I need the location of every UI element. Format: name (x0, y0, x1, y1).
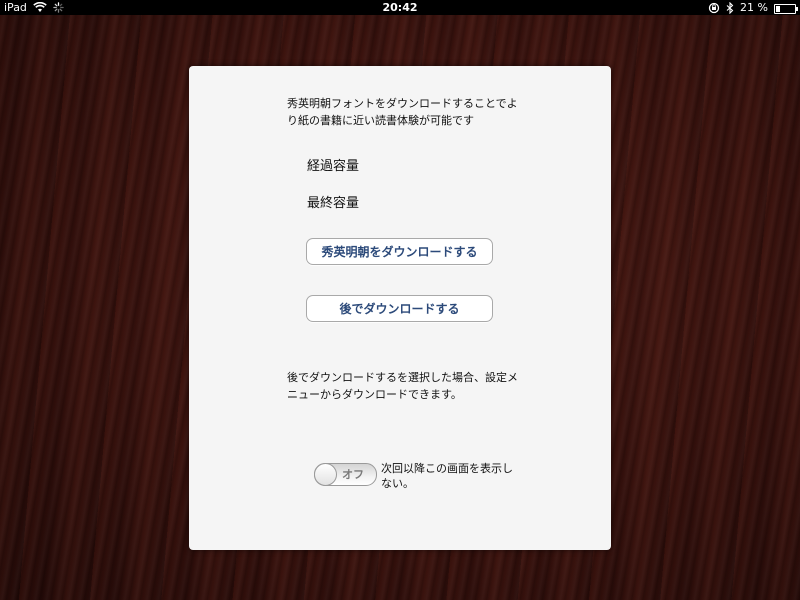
dont-show-again-toggle[interactable]: オフ (314, 463, 377, 486)
battery-level-fill (776, 5, 780, 12)
dont-show-again-row: オフ 次回以降この画面を表示しない。 (314, 461, 521, 491)
bluetooth-icon (726, 1, 734, 14)
battery-percent: 21 % (740, 1, 768, 14)
toggle-knob (314, 463, 337, 486)
status-right: 21 % (708, 0, 798, 15)
final-size-label: 最終容量 (307, 196, 360, 211)
status-bar: iPad 20:42 21 % (0, 0, 800, 15)
battery-icon (774, 3, 798, 14)
font-download-dialog: 秀英明朝フォントをダウンロードすることでより紙の書籍に近い読書体験が可能です 経… (189, 66, 611, 550)
dont-show-again-label: 次回以降この画面を表示しない。 (381, 462, 513, 490)
later-note-text: 後でダウンロードするを選択した場合、設定メニューからダウンロードできます。 (287, 371, 518, 401)
download-later-button[interactable]: 後でダウンロードする (306, 295, 493, 322)
orientation-lock-icon (708, 2, 720, 14)
elapsed-size-label: 経過容量 (307, 159, 360, 174)
intro-text: 秀英明朝フォントをダウンロードすることでより紙の書籍に近い読書体験が可能です (287, 97, 518, 127)
download-font-button[interactable]: 秀英明朝をダウンロードする (306, 238, 493, 265)
toggle-state-label: オフ (342, 468, 364, 481)
status-time: 20:42 (382, 1, 418, 14)
